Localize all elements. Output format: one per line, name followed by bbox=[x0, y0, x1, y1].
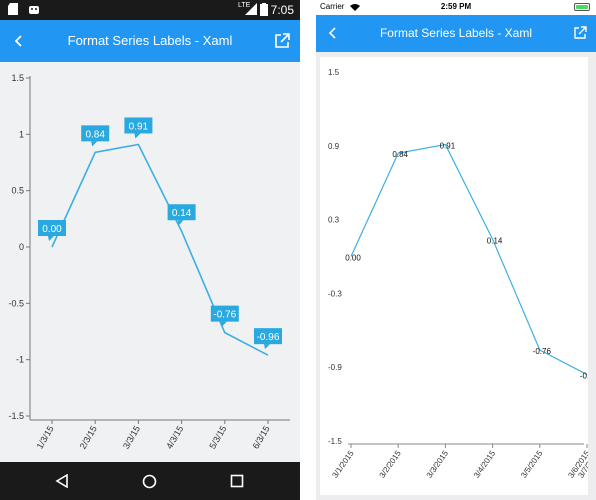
nav-back-icon[interactable] bbox=[55, 474, 69, 488]
data-label: -0.76 bbox=[213, 310, 236, 321]
screen-divider bbox=[300, 0, 316, 500]
series-line bbox=[51, 143, 269, 356]
ios-chart-card: 1.5 0.9 0.3 -0.3 -0.9 -1.5 3/1/2015 3/2/2015 3/3… bbox=[320, 57, 596, 495]
data-label: 0.00 bbox=[42, 224, 62, 235]
ios-navigation-bar: Format Series Labels - Xaml bbox=[316, 15, 596, 52]
nav-home-icon[interactable] bbox=[142, 474, 157, 489]
y-tick-label: -1 bbox=[16, 355, 24, 365]
y-tick-label: -1.5 bbox=[8, 411, 24, 421]
y-tick-label: 0.5 bbox=[11, 186, 24, 196]
x-tick-label: 3/1/2015 bbox=[330, 449, 356, 480]
ios-chart-area: 1.5 0.9 0.3 -0.3 -0.9 -1.5 3/1/2015 3/2/2015 3/3… bbox=[316, 52, 596, 500]
x-tick-label: 4/3/15 bbox=[164, 424, 185, 451]
x-tick-label: 3/3/2015 bbox=[425, 449, 451, 480]
data-label: -0.96 bbox=[257, 332, 280, 343]
y-tick-label: 1 bbox=[19, 129, 24, 139]
y-tick-label: -1.5 bbox=[328, 437, 342, 446]
data-label: -0.76 bbox=[533, 347, 552, 356]
data-label: 0.91 bbox=[129, 121, 149, 132]
android-navigation-bar bbox=[0, 462, 300, 500]
android-screen: LTE 7:05 Format Series Labels - Xaml 1.5… bbox=[0, 0, 300, 500]
data-label-pointer bbox=[220, 321, 227, 327]
data-label: 0.00 bbox=[345, 254, 361, 263]
y-tick-label: 0.3 bbox=[328, 216, 340, 225]
data-label: 0.84 bbox=[85, 129, 105, 140]
data-label: -0.96 bbox=[580, 372, 588, 381]
ios-screen: Carrier 2:59 PM Format Series Labels - X… bbox=[316, 0, 596, 500]
y-tick-label: -0.5 bbox=[8, 298, 24, 308]
android-status-bar: LTE 7:05 bbox=[0, 0, 300, 20]
y-tick-label: 0.9 bbox=[328, 142, 340, 151]
sd-card-icon bbox=[8, 3, 18, 15]
android-line-chart: 1.5 1 0.5 0 -0.5 -1 -1.5 1/3/15 2/3/15 3/3/15 4/3/… bbox=[8, 73, 290, 451]
battery-icon bbox=[260, 3, 268, 16]
data-label-pointer bbox=[48, 236, 54, 241]
data-label-pointer bbox=[134, 133, 141, 139]
page-title: Format Series Labels - Xaml bbox=[379, 26, 533, 40]
y-tick-label: 1.5 bbox=[11, 73, 24, 83]
data-label: 0.14 bbox=[172, 208, 192, 219]
ios-line-chart: 1.5 0.9 0.3 -0.3 -0.9 -1.5 3/1/2015 3/2/2015 3/3… bbox=[328, 68, 596, 480]
data-label-pointer bbox=[91, 141, 98, 147]
status-time: 2:59 PM bbox=[440, 2, 472, 11]
y-tick-label: 0 bbox=[19, 242, 24, 252]
x-tick-label: 1/3/15 bbox=[35, 424, 56, 451]
x-tick-label: 5/3/15 bbox=[207, 424, 228, 451]
page-title: Format Series Labels - Xaml bbox=[67, 33, 233, 48]
data-label: 0.91 bbox=[440, 142, 456, 151]
x-tick-label: 6/3/15 bbox=[251, 424, 272, 451]
y-tick-label: 1.5 bbox=[328, 68, 340, 77]
y-tick-label: -0.3 bbox=[328, 289, 342, 298]
x-tick-label: 3/2/2015 bbox=[378, 449, 404, 480]
series-line bbox=[350, 143, 588, 376]
open-external-icon[interactable] bbox=[572, 25, 588, 41]
data-label: 0.84 bbox=[392, 150, 408, 159]
android-app-bar: Format Series Labels - Xaml bbox=[0, 20, 300, 62]
signal-icon bbox=[245, 3, 257, 15]
y-tick-label: -0.9 bbox=[328, 363, 342, 372]
ios-status-bar: Carrier 2:59 PM bbox=[316, 0, 596, 15]
battery-icon bbox=[574, 3, 590, 11]
x-tick-label: 3/5/2015 bbox=[519, 449, 545, 480]
data-label-pointer bbox=[177, 220, 184, 226]
x-tick-label: 3/3/15 bbox=[121, 424, 142, 451]
x-tick-label: 2/3/15 bbox=[78, 424, 99, 451]
android-robot-icon bbox=[29, 6, 39, 14]
status-time: 7:05 bbox=[270, 3, 294, 17]
open-external-icon[interactable] bbox=[272, 31, 292, 51]
x-tick-label: 3/4/2015 bbox=[472, 449, 498, 480]
nav-recents-icon[interactable] bbox=[230, 474, 244, 488]
data-label-pointer bbox=[264, 344, 270, 350]
android-chart-area: 1.5 1 0.5 0 -0.5 -1 -1.5 1/3/15 2/3/15 3/3/15 4/3/… bbox=[0, 62, 300, 462]
data-label: 0.14 bbox=[487, 236, 503, 245]
